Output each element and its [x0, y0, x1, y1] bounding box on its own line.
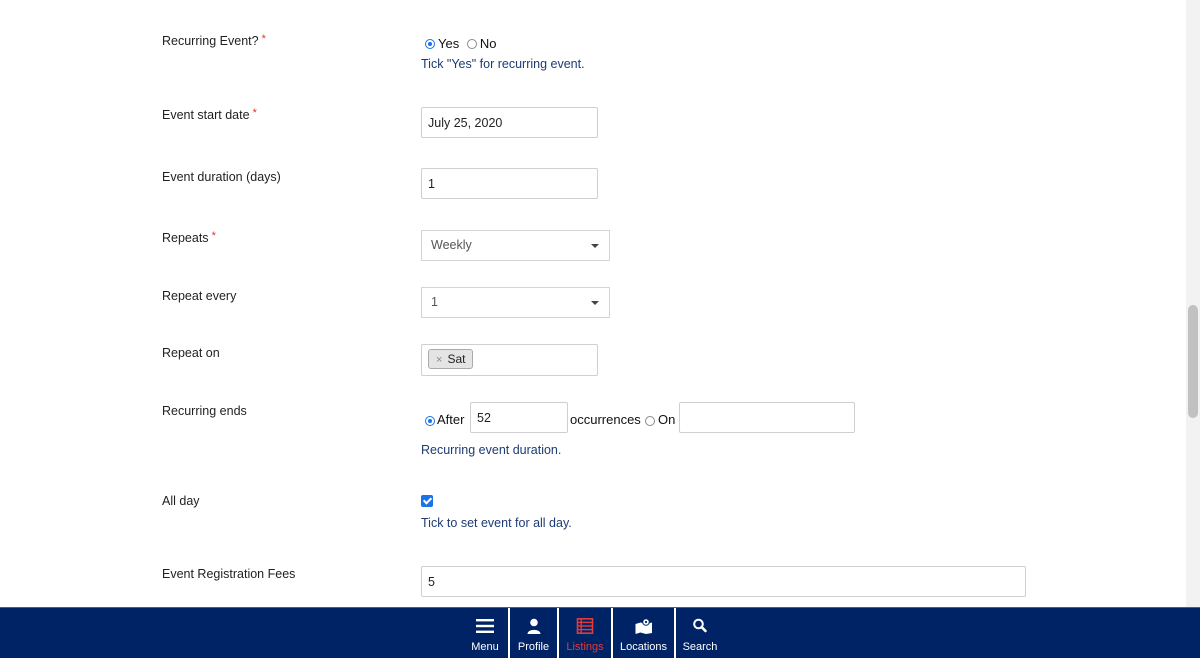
event-duration-label: Event duration (days)	[162, 170, 281, 184]
recurring-ends-on-date-input[interactable]	[679, 402, 855, 433]
repeat-on-label: Repeat on	[162, 346, 220, 360]
recurring-no-label[interactable]: No	[480, 36, 497, 51]
recurring-yes-label[interactable]: Yes	[438, 36, 459, 51]
recurring-ends-label: Recurring ends	[162, 404, 247, 418]
recurring-yes-radio[interactable]	[425, 38, 435, 49]
list-icon	[576, 618, 594, 634]
recurring-ends-on-label[interactable]: On	[658, 412, 675, 427]
recurring-event-radio-group: Yes No	[425, 35, 500, 51]
hamburger-icon	[476, 619, 494, 633]
event-start-date-input[interactable]	[421, 107, 598, 138]
nav-locations[interactable]: Locations	[613, 608, 674, 658]
nav-locations-label: Locations	[619, 641, 668, 653]
repeats-select[interactable]: Weekly	[421, 230, 610, 261]
all-day-label: All day	[162, 494, 200, 508]
search-icon	[693, 618, 707, 633]
recurring-event-label: Recurring Event? *	[162, 33, 266, 48]
nav-listings-label: Listings	[566, 641, 604, 653]
occurrences-label: occurrences	[570, 412, 641, 427]
required-marker: *	[252, 107, 257, 119]
chevron-down-icon	[591, 244, 599, 248]
repeats-label: Repeats *	[162, 230, 216, 245]
all-day-help: Tick to set event for all day.	[421, 516, 572, 530]
recurring-ends-after-label[interactable]: After	[437, 412, 464, 427]
registration-fees-input[interactable]	[421, 566, 1026, 597]
nav-search-label: Search	[682, 641, 718, 653]
chevron-down-icon	[591, 301, 599, 305]
recurring-ends-help: Recurring event duration.	[421, 443, 562, 457]
nav-menu-label: Menu	[471, 641, 499, 653]
recurring-ends-after-input[interactable]	[470, 402, 568, 433]
required-marker: *	[261, 33, 266, 45]
repeat-on-tag-label: Sat	[447, 352, 466, 366]
bottom-nav: Menu Profile Listings Locations Search	[0, 607, 1200, 659]
scrollbar-track[interactable]	[1186, 0, 1200, 607]
registration-fees-label: Event Registration Fees	[162, 567, 296, 581]
all-day-checkbox[interactable]	[421, 495, 433, 507]
recurring-ends-on-radio[interactable]	[645, 416, 655, 426]
nav-listings[interactable]: Listings	[559, 608, 611, 658]
nav-search[interactable]: Search	[676, 608, 724, 658]
event-start-date-label: Event start date *	[162, 107, 257, 122]
recurring-event-help: Tick "Yes" for recurring event.	[421, 57, 585, 71]
repeat-every-value: 1	[431, 295, 438, 309]
repeats-value: Weekly	[431, 238, 472, 252]
recurring-ends-after-radio[interactable]	[425, 416, 435, 426]
recurring-no-radio[interactable]	[466, 38, 477, 49]
user-icon	[527, 618, 540, 634]
repeat-every-label: Repeat every	[162, 289, 237, 303]
repeat-every-select[interactable]: 1	[421, 287, 610, 318]
map-icon	[635, 618, 652, 634]
required-marker: *	[211, 230, 216, 242]
event-duration-input[interactable]	[421, 168, 598, 199]
nav-profile[interactable]: Profile	[510, 608, 557, 658]
close-icon[interactable]: ×	[436, 354, 442, 366]
repeat-on-tag: × Sat	[428, 349, 474, 369]
nav-menu[interactable]: Menu	[462, 608, 508, 658]
nav-profile-label: Profile	[517, 641, 550, 653]
scrollbar-thumb[interactable]	[1188, 305, 1198, 418]
